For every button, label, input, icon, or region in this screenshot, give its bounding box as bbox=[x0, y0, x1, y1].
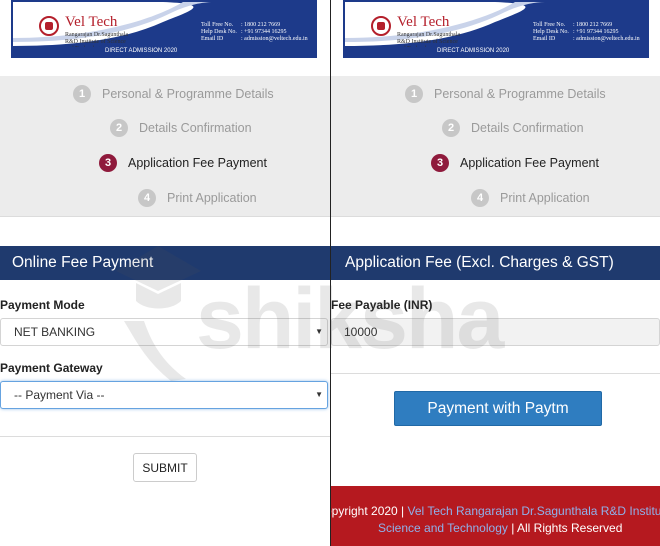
step-number: 2 bbox=[110, 119, 128, 137]
banner-strip: DIRECT ADMISSION 2020 bbox=[13, 47, 315, 56]
footer-line-1: opyright 2020 | Vel Tech Rangarajan Dr.S… bbox=[331, 504, 660, 518]
footer-institute-link[interactable]: Vel Tech Rangarajan Dr.Sagunthala R&D In… bbox=[408, 504, 660, 518]
step-label: Application Fee Payment bbox=[460, 156, 599, 170]
section-header: Online Fee Payment bbox=[0, 246, 330, 280]
contact-key: Email ID bbox=[201, 36, 224, 42]
divider bbox=[0, 436, 330, 437]
divider bbox=[331, 373, 660, 374]
contact-key: Help Desk No. bbox=[533, 29, 569, 35]
step-3: 3 Application Fee Payment bbox=[99, 154, 267, 172]
step-label: Details Confirmation bbox=[471, 121, 584, 135]
footer-institute-link-cont[interactable]: Science and Technology bbox=[378, 521, 508, 535]
contact-key: Toll Free No. bbox=[201, 22, 234, 28]
payment-mode-select[interactable]: NET BANKING ▼ bbox=[0, 318, 328, 346]
contact-value: : +91 97344 16295 bbox=[241, 29, 287, 35]
divider bbox=[331, 216, 660, 217]
payment-mode-label: Payment Mode bbox=[0, 298, 85, 312]
chevron-down-icon: ▼ bbox=[315, 390, 323, 399]
banner-strip: DIRECT ADMISSION 2020 bbox=[345, 47, 647, 56]
step-number: 3 bbox=[99, 154, 117, 172]
college-seal-icon bbox=[371, 16, 391, 36]
footer-copyright: opyright 2020 | bbox=[331, 504, 408, 518]
contact-key: Email ID bbox=[533, 36, 556, 42]
divider bbox=[0, 216, 330, 217]
step-number: 1 bbox=[73, 85, 91, 103]
footer-rights: | All Rights Reserved bbox=[507, 521, 623, 535]
contact-value: : 1800 212 7669 bbox=[241, 22, 281, 28]
step-progress: 1 Personal & Programme Details 2 Details… bbox=[0, 76, 330, 216]
logo-title: Vel Tech bbox=[397, 14, 450, 30]
fee-payable-field: 10000 bbox=[331, 318, 660, 346]
step-label: Application Fee Payment bbox=[128, 156, 267, 170]
contact-value: : +91 97344 16295 bbox=[573, 29, 619, 35]
footer-line-2: Science and Technology | All Rights Rese… bbox=[378, 521, 622, 535]
contact-key: Toll Free No. bbox=[533, 22, 566, 28]
step-number: 4 bbox=[138, 189, 156, 207]
contact-value: : admission@veltech.edu.in bbox=[573, 36, 640, 42]
payment-gateway-select[interactable]: -- Payment Via -- ▼ bbox=[0, 381, 328, 409]
fee-payable-label: Fee Payable (INR) bbox=[331, 298, 433, 312]
step-label: Print Application bbox=[500, 191, 590, 205]
payment-mode-value: NET BANKING bbox=[14, 325, 96, 339]
footer: opyright 2020 | Vel Tech Rangarajan Dr.S… bbox=[331, 486, 660, 546]
step-number: 3 bbox=[431, 154, 449, 172]
contact-value: : 1800 212 7669 bbox=[573, 22, 613, 28]
step-label: Print Application bbox=[167, 191, 257, 205]
contact-value: : admission@veltech.edu.in bbox=[241, 36, 308, 42]
step-number: 2 bbox=[442, 119, 460, 137]
header-banner: Vel Tech Rangarajan Dr.Sagunthala R&D In… bbox=[11, 0, 317, 58]
step-2: 2 Details Confirmation bbox=[442, 119, 584, 137]
step-1: 1 Personal & Programme Details bbox=[405, 85, 606, 103]
contact-key: Help Desk No. bbox=[201, 29, 237, 35]
step-3: 3 Application Fee Payment bbox=[431, 154, 599, 172]
payment-gateway-label: Payment Gateway bbox=[0, 361, 103, 375]
step-2: 2 Details Confirmation bbox=[110, 119, 252, 137]
step-label: Details Confirmation bbox=[139, 121, 252, 135]
college-seal-icon bbox=[39, 16, 59, 36]
step-number: 1 bbox=[405, 85, 423, 103]
step-1: 1 Personal & Programme Details bbox=[73, 85, 274, 103]
section-header: Application Fee (Excl. Charges & GST) bbox=[331, 246, 660, 280]
contact-info: Toll Free No. : 1800 212 7669 Help Desk N… bbox=[533, 22, 640, 43]
step-4: 4 Print Application bbox=[471, 189, 590, 207]
right-panel: Vel Tech Rangarajan Dr.Sagunthala R&D In… bbox=[331, 0, 660, 546]
left-panel: Vel Tech Rangarajan Dr.Sagunthala R&D In… bbox=[0, 0, 330, 546]
payment-with-paytm-button[interactable]: Payment with Paytm bbox=[394, 391, 602, 426]
logo-title: Vel Tech bbox=[65, 14, 118, 30]
header-banner: Vel Tech Rangarajan Dr.Sagunthala R&D In… bbox=[343, 0, 649, 58]
step-4: 4 Print Application bbox=[138, 189, 257, 207]
contact-info: Toll Free No. : 1800 212 7669 Help Desk N… bbox=[201, 22, 308, 43]
step-label: Personal & Programme Details bbox=[102, 87, 274, 101]
submit-button[interactable]: SUBMIT bbox=[133, 453, 197, 482]
payment-gateway-value: -- Payment Via -- bbox=[14, 388, 105, 402]
step-number: 4 bbox=[471, 189, 489, 207]
step-progress: 1 Personal & Programme Details 2 Details… bbox=[331, 76, 660, 216]
chevron-down-icon: ▼ bbox=[315, 327, 323, 336]
step-label: Personal & Programme Details bbox=[434, 87, 606, 101]
